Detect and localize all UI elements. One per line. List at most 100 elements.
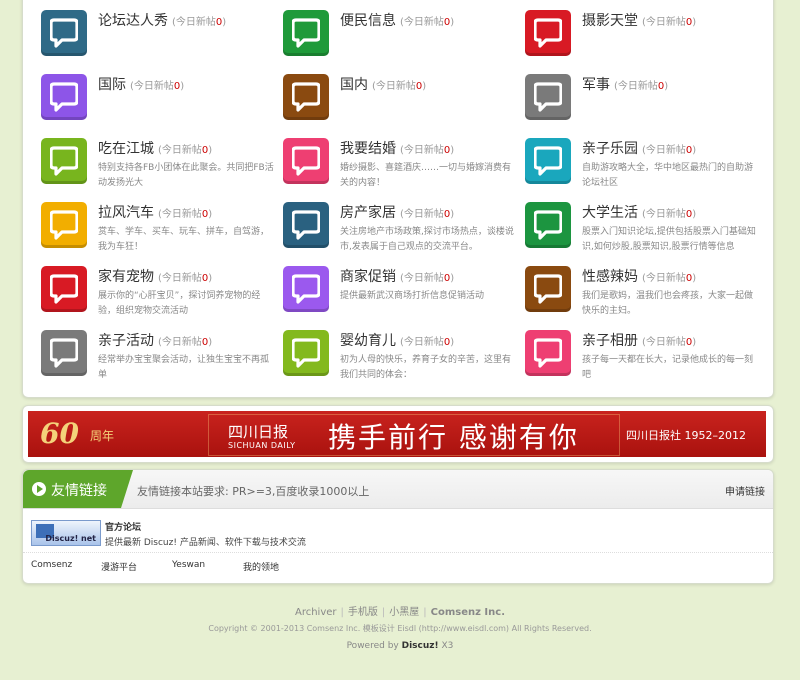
powered-brand-link[interactable]: Discuz!	[402, 641, 439, 651]
forum-item[interactable]: 军事 (今日新帖0)	[525, 74, 767, 138]
forum-item[interactable]: 摄影天堂 (今日新帖0)	[525, 10, 767, 74]
forum-item[interactable]: 婴幼育儿 (今日新帖0) 初为人母的快乐，养育子女的辛苦，这里有我们共同的体会：	[283, 330, 525, 394]
play-icon	[32, 482, 46, 496]
forum-icon[interactable]	[41, 266, 87, 312]
forum-icon[interactable]	[41, 202, 87, 248]
forum-icon[interactable]	[283, 138, 329, 184]
forum-item[interactable]: 亲子相册 (今日新帖0) 孩子每一天都在长大，记录他成长的每一刻吧	[525, 330, 767, 394]
text-link-manyou[interactable]: 漫游平台	[101, 560, 137, 573]
forum-title[interactable]: 家有宠物 (今日新帖0)	[98, 266, 212, 286]
official-forum-link[interactable]: 官方论坛	[105, 520, 141, 533]
text-link-lingdi[interactable]: 我的领地	[243, 560, 279, 573]
forum-name[interactable]: 吃在江城	[98, 141, 154, 157]
forum-title[interactable]: 我要结婚 (今日新帖0)	[340, 138, 454, 158]
forum-icon[interactable]	[41, 10, 87, 56]
forum-icon[interactable]	[41, 74, 87, 120]
forum-title[interactable]: 拉风汽车 (今日新帖0)	[98, 202, 212, 222]
forum-title[interactable]: 军事 (今日新帖0)	[582, 74, 668, 94]
text-link-comsenz[interactable]: Comsenz	[31, 560, 72, 570]
forum-item[interactable]: 论坛达人秀 (今日新帖0)	[41, 10, 283, 74]
forum-title[interactable]: 便民信息 (今日新帖0)	[340, 10, 454, 30]
forum-item[interactable]: 亲子活动 (今日新帖0) 经常举办宝宝聚会活动，让独生宝宝不再孤单	[41, 330, 283, 394]
apply-link-button[interactable]: 申请链接	[725, 483, 765, 498]
forum-item[interactable]: 吃在江城 (今日新帖0) 特别支持各FB小团体在此聚会。共同把FB活动发扬光大	[41, 138, 283, 202]
forum-item[interactable]: 性感辣妈 (今日新帖0) 我们是歌妈，温我们也会疼孩，大家一起做快乐的主妇。	[525, 266, 767, 330]
forum-item[interactable]: 便民信息 (今日新帖0)	[283, 10, 525, 74]
forum-title[interactable]: 婴幼育儿 (今日新帖0)	[340, 330, 454, 350]
forum-item[interactable]: 国内 (今日新帖0)	[283, 74, 525, 138]
forum-icon[interactable]	[283, 202, 329, 248]
forum-name[interactable]: 性感辣妈	[582, 269, 638, 285]
forum-name[interactable]: 论坛达人秀	[98, 13, 168, 29]
forum-name[interactable]: 摄影天堂	[582, 13, 638, 29]
banner-anniversary-number: 60	[40, 417, 79, 450]
forum-name[interactable]: 亲子相册	[582, 333, 638, 349]
forum-item[interactable]: 我要结婚 (今日新帖0) 婚纱摄影、喜筵酒庆……一切与婚嫁消费有关的内容！	[283, 138, 525, 202]
forum-title[interactable]: 房产家居 (今日新帖0)	[340, 202, 454, 222]
today-posts-label: (今日新帖	[400, 145, 444, 156]
footer-company-link[interactable]: Comsenz Inc.	[431, 607, 505, 618]
today-posts-close: )	[450, 145, 455, 156]
footer-blackroom-link[interactable]: 小黑屋	[389, 607, 419, 618]
forum-name[interactable]: 拉风汽车	[98, 205, 154, 221]
forum-icon[interactable]	[41, 138, 87, 184]
forum-title[interactable]: 吃在江城 (今日新帖0)	[98, 138, 212, 158]
banner-date: 四川日报社 1952–2012	[626, 429, 746, 442]
forum-title[interactable]: 大学生活 (今日新帖0)	[582, 202, 696, 222]
forum-title[interactable]: 国内 (今日新帖0)	[340, 74, 426, 94]
forum-title[interactable]: 商家促销 (今日新帖0)	[340, 266, 454, 286]
text-link-yeswan[interactable]: Yeswan	[172, 560, 205, 570]
today-posts: (今日新帖0)	[130, 81, 184, 92]
today-posts-close: )	[692, 337, 697, 348]
forum-icon[interactable]	[525, 202, 571, 248]
forum-icon[interactable]	[525, 138, 571, 184]
forum-item[interactable]: 商家促销 (今日新帖0) 提供最新武汉商场打折信息促销活动	[283, 266, 525, 330]
forum-name[interactable]: 军事	[582, 77, 610, 93]
forum-item[interactable]: 亲子乐园 (今日新帖0) 自助游攻略大全，华中地区最热门的自助游论坛社区	[525, 138, 767, 202]
chat-bubble-icon	[50, 146, 78, 176]
forum-name[interactable]: 房产家居	[340, 205, 396, 221]
forum-title[interactable]: 亲子活动 (今日新帖0)	[98, 330, 212, 350]
forum-icon[interactable]	[525, 74, 571, 120]
forum-title[interactable]: 亲子乐园 (今日新帖0)	[582, 138, 696, 158]
chat-bubble-icon	[292, 18, 320, 48]
forum-name[interactable]: 便民信息	[340, 13, 396, 29]
forum-item[interactable]: 国际 (今日新帖0)	[41, 74, 283, 138]
footer-copyright: Copyright © 2001-2013 Comsenz Inc. 模板设计 …	[208, 624, 592, 633]
forum-title[interactable]: 摄影天堂 (今日新帖0)	[582, 10, 696, 30]
forum-name[interactable]: 家有宠物	[98, 269, 154, 285]
forum-item[interactable]: 房产家居 (今日新帖0) 关注房地产市场政策,探讨市场热点，谈楼说市,发表属于自己观…	[283, 202, 525, 266]
forum-name[interactable]: 亲子乐园	[582, 141, 638, 157]
forum-name[interactable]: 婴幼育儿	[340, 333, 396, 349]
forum-name[interactable]: 商家促销	[340, 269, 396, 285]
forum-item[interactable]: 拉风汽车 (今日新帖0) 赏车、学车、买车、玩车、拼车，自驾游，我为车狂！	[41, 202, 283, 266]
forum-icon[interactable]	[525, 330, 571, 376]
anniversary-banner[interactable]: 60 周年 四川日报 SICHUAN DAILY 携手前行 感谢有你 四川日报社…	[28, 411, 766, 457]
forum-name[interactable]: 亲子活动	[98, 333, 154, 349]
forum-title[interactable]: 性感辣妈 (今日新帖0)	[582, 266, 696, 286]
forum-name[interactable]: 国内	[340, 77, 368, 93]
forum-icon[interactable]	[525, 266, 571, 312]
forum-name[interactable]: 大学生活	[582, 205, 638, 221]
forum-item[interactable]: 大学生活 (今日新帖0) 股票入门知识论坛,提供包括股票入门基础知识,如何炒股,股票…	[525, 202, 767, 266]
friend-links-title: 友情链接	[51, 483, 107, 499]
forum-description: 孩子每一天都在长大，记录他成长的每一刻吧	[582, 355, 754, 380]
footer-archiver-link[interactable]: Archiver	[295, 607, 337, 618]
today-posts: (今日新帖0)	[400, 273, 454, 284]
forum-icon[interactable]	[525, 10, 571, 56]
forum-title[interactable]: 亲子相册 (今日新帖0)	[582, 330, 696, 350]
forum-name[interactable]: 国际	[98, 77, 126, 93]
forum-icon[interactable]	[283, 266, 329, 312]
discuz-logo[interactable]: Discuz! net	[31, 520, 101, 546]
forum-title[interactable]: 国际 (今日新帖0)	[98, 74, 184, 94]
forum-icon[interactable]	[283, 330, 329, 376]
footer-mobile-link[interactable]: 手机版	[348, 607, 378, 618]
forum-title[interactable]: 论坛达人秀 (今日新帖0)	[98, 10, 226, 30]
forum-icon[interactable]	[283, 10, 329, 56]
forum-icon[interactable]	[41, 330, 87, 376]
forum-icon[interactable]	[283, 74, 329, 120]
today-posts-label: (今日新帖	[158, 273, 202, 284]
forum-item[interactable]: 家有宠物 (今日新帖0) 展示你的“心肝宝贝”，探讨饲养宠物的经验，组织宠物交流活动	[41, 266, 283, 330]
forum-name[interactable]: 我要结婚	[340, 141, 396, 157]
today-posts-close: )	[692, 273, 697, 284]
